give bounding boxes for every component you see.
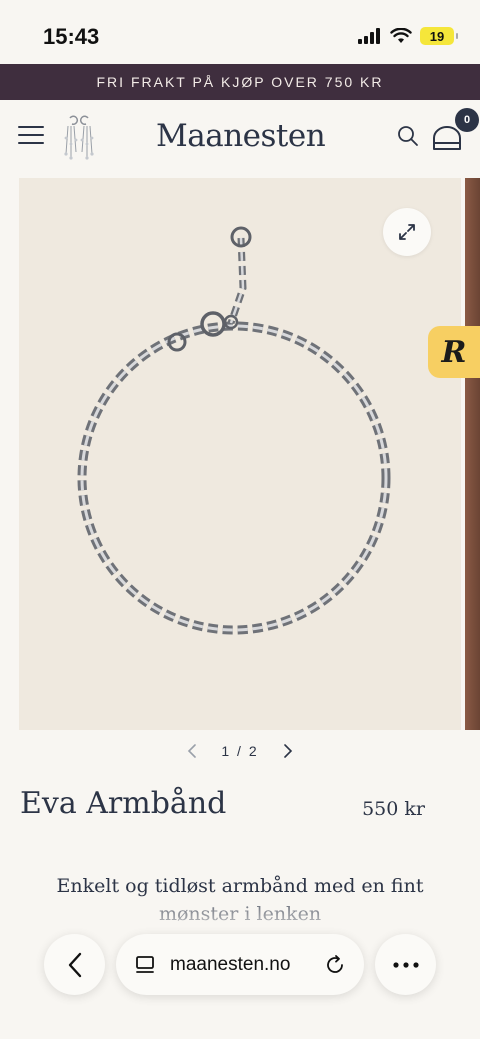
pager-count: 1 / 2 xyxy=(221,743,259,759)
product-price: 550 kr xyxy=(362,798,425,820)
signal-icon xyxy=(358,28,380,44)
status-time: 15:43 xyxy=(43,24,100,49)
chevron-left-icon xyxy=(188,744,197,758)
battery-indicator: 19 xyxy=(420,27,458,45)
tabs-icon xyxy=(136,955,154,973)
url-text: maanesten.no xyxy=(170,953,291,975)
next-image-button[interactable] xyxy=(281,741,295,761)
chevron-left-icon xyxy=(68,952,81,977)
browser-more-button[interactable] xyxy=(375,934,436,995)
site-logo[interactable]: Maanesten xyxy=(156,118,326,154)
browser-toolbar: maanesten.no xyxy=(0,930,480,1000)
promo-banner[interactable]: FRI FRAKT PÅ KJØP OVER 750 KR xyxy=(0,64,480,100)
status-bar: 15:43 19 xyxy=(0,0,480,64)
wifi-icon xyxy=(390,28,412,43)
menu-button[interactable] xyxy=(18,126,44,150)
prev-image-button[interactable] xyxy=(185,741,199,761)
next-image-preview[interactable] xyxy=(465,178,480,730)
site-header: Maanesten 0 xyxy=(0,100,480,178)
product-title: Eva Armbånd xyxy=(20,786,227,821)
expand-icon xyxy=(399,224,415,240)
more-icon xyxy=(392,961,419,968)
expand-image-button[interactable] xyxy=(383,208,431,256)
gallery-pager: 1 / 2 xyxy=(0,738,480,764)
reload-icon[interactable] xyxy=(324,954,346,976)
cart-count-badge[interactable]: 0 xyxy=(455,108,479,132)
menu-icon xyxy=(18,126,44,128)
chevron-right-icon xyxy=(283,744,292,758)
earring-icon[interactable] xyxy=(60,114,100,164)
status-icons: 19 xyxy=(358,27,458,45)
rewards-tab[interactable]: R xyxy=(428,326,480,378)
bracelet-image xyxy=(77,226,391,635)
browser-back-button[interactable] xyxy=(44,934,105,995)
product-image[interactable] xyxy=(19,178,461,730)
search-icon[interactable] xyxy=(396,124,420,148)
address-bar[interactable]: maanesten.no xyxy=(116,934,364,995)
